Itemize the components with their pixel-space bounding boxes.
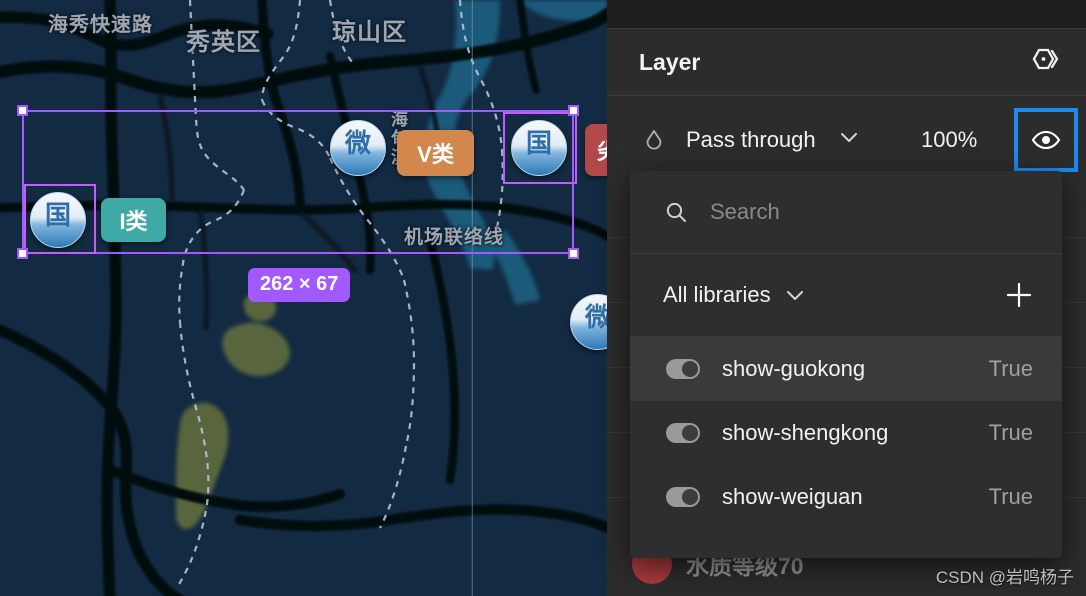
search-row[interactable] — [630, 171, 1062, 254]
watermark: CSDN @岩鸣杨子 — [935, 568, 1074, 587]
droplet-icon — [642, 128, 666, 152]
toggle-switch[interactable] — [666, 359, 700, 379]
water-class-badge-lie[interactable]: 劣 — [585, 124, 607, 176]
libraries-filter-label: All libraries — [663, 282, 771, 307]
station-marker-glyph: 微 — [344, 129, 371, 159]
list-item-value: True — [988, 484, 1033, 509]
search-input[interactable] — [710, 199, 1010, 225]
blend-mode-value[interactable]: Pass through — [686, 127, 816, 153]
chevron-down-icon[interactable] — [785, 289, 805, 302]
panel-top-bar — [607, 0, 1086, 28]
toggle-switch[interactable] — [666, 423, 700, 443]
divider-under-header — [607, 95, 1086, 96]
selection-handle-top-right[interactable] — [568, 105, 579, 116]
selection-handle-bottom-right[interactable] — [568, 248, 579, 259]
selection-handle-top-left[interactable] — [17, 105, 28, 116]
station-marker-guokong-right[interactable]: 国 — [511, 120, 567, 176]
station-marker-guokong-left[interactable]: 国 — [30, 192, 86, 248]
map-canvas[interactable]: 海秀快速路 秀英区 琼山区 机场联络线 海甸溪 国 微 国 微 I类 V类 劣 … — [0, 0, 607, 596]
page-title: Layer — [639, 48, 701, 75]
station-marker-glyph: 国 — [44, 201, 71, 231]
library-dropdown-panel[interactable]: All libraries show-guokong True — [630, 171, 1062, 558]
selection-handle-bottom-left[interactable] — [17, 248, 28, 259]
selection-dimension-badge: 262 × 67 — [248, 268, 351, 302]
libraries-filter-row[interactable]: All libraries — [630, 254, 1062, 337]
list-item-value: True — [988, 356, 1033, 381]
list-item-label: show-shengkong — [722, 420, 889, 445]
chevron-down-icon[interactable] — [839, 131, 859, 149]
list-item-value: True — [988, 420, 1033, 445]
right-inspector-panel: Layer Pass through 100% 水质等级70 Search Al… — [607, 0, 1086, 596]
water-class-badge-v[interactable]: V类 — [397, 130, 474, 176]
list-item-label: show-guokong — [722, 356, 866, 381]
screenshot-root: 海秀快速路 秀英区 琼山区 机场联络线 海甸溪 国 微 国 微 I类 V类 劣 … — [0, 0, 1086, 596]
list-item-label: show-weiguan — [722, 484, 863, 509]
station-marker-glyph: 国 — [525, 129, 552, 159]
eye-icon[interactable] — [1014, 108, 1078, 172]
list-item[interactable]: show-guokong True — [630, 337, 1062, 401]
station-marker-weiguan-top[interactable]: 微 — [330, 120, 386, 176]
toggle-switch[interactable] — [666, 487, 700, 507]
layer-section-header: Layer — [607, 29, 1086, 95]
list-item[interactable]: show-weiguan True — [630, 465, 1062, 529]
water-class-badge-i[interactable]: I类 — [101, 198, 166, 242]
component-hexagon-icon[interactable] — [1024, 43, 1064, 81]
blend-mode-row: Pass through 100% — [607, 107, 1086, 173]
search-icon — [664, 200, 688, 224]
station-marker-glyph: 微 — [585, 305, 607, 331]
opacity-value[interactable]: 100% — [921, 127, 977, 153]
list-item[interactable]: show-shengkong True — [630, 401, 1062, 465]
plus-icon[interactable] — [1002, 278, 1036, 312]
